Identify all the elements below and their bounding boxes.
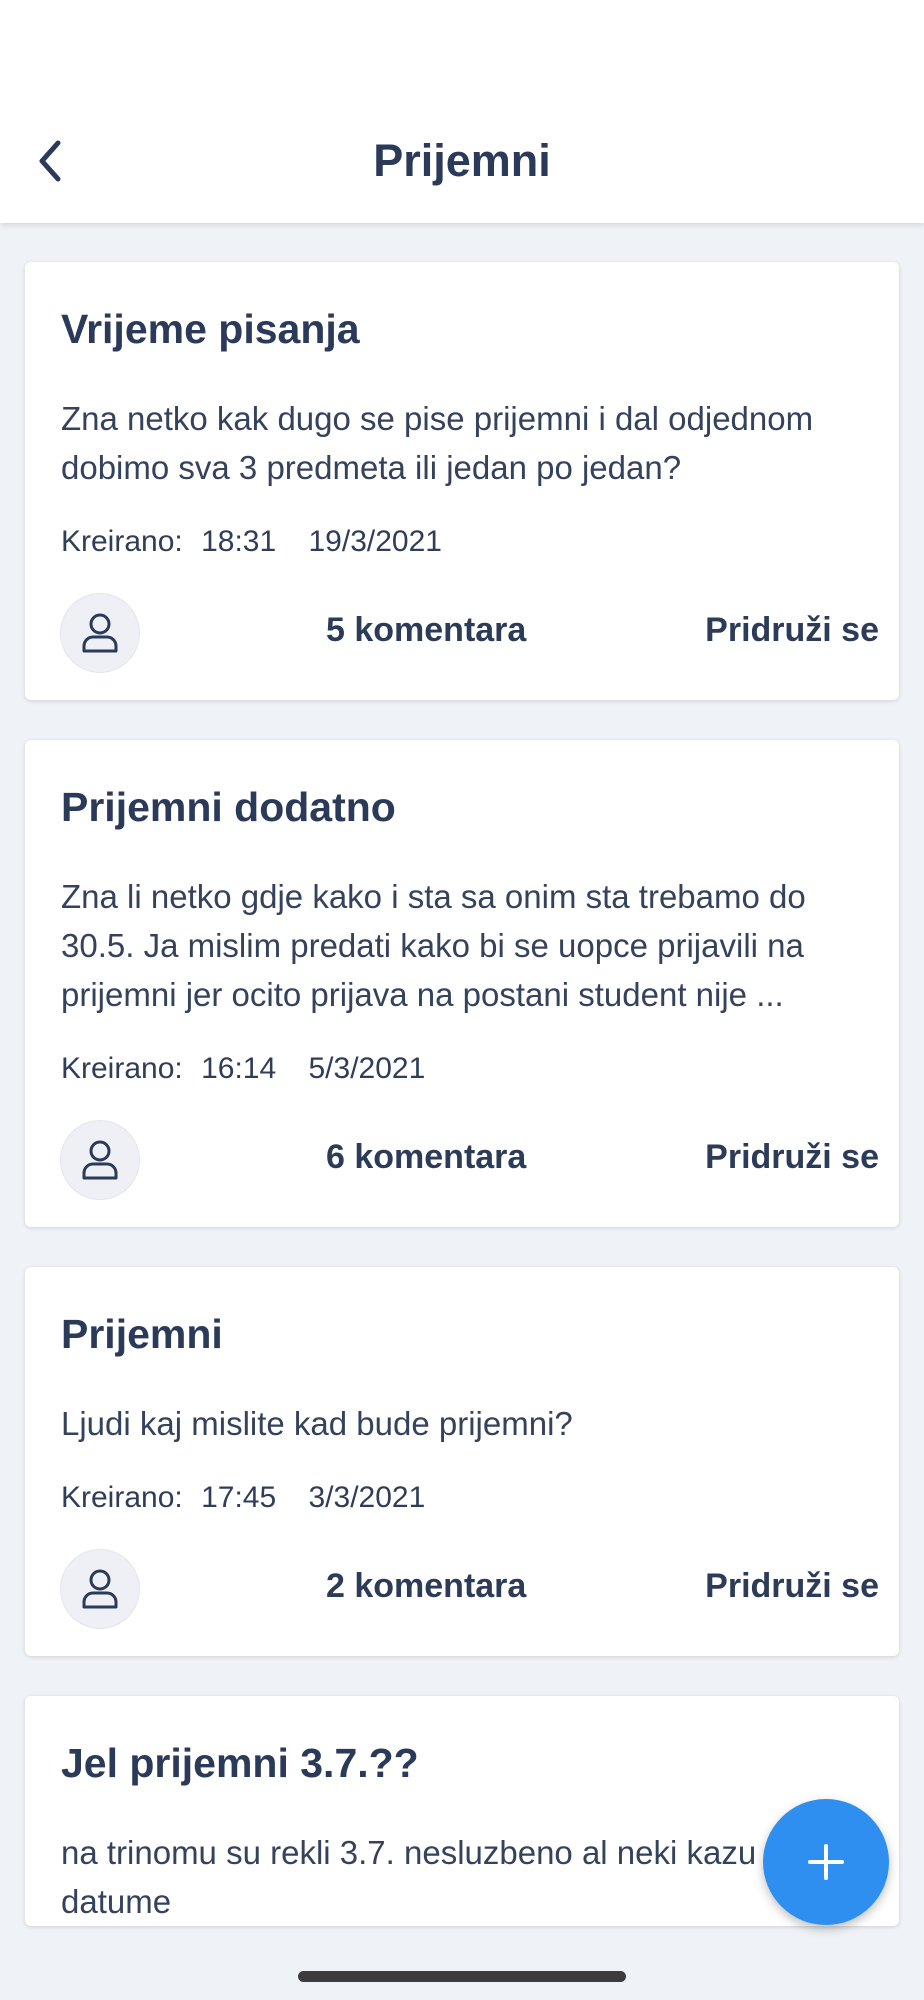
post-created: Kreirano: 18:31 19/3/2021 (61, 522, 879, 562)
page-title: Prijemni (373, 135, 551, 186)
post-card[interactable]: Jel prijemni 3.7.?? na trinomu su rekli … (25, 1696, 899, 1926)
join-button[interactable]: Pridruži se (705, 608, 879, 652)
post-title: Prijemni dodatno (61, 784, 396, 830)
created-time: 18:31 (201, 525, 277, 558)
user-icon (82, 1569, 118, 1609)
add-post-button[interactable] (763, 1799, 889, 1925)
post-footer: 5 komentara Pridruži se (61, 588, 879, 700)
created-label: Kreirano: (61, 525, 183, 558)
post-body: Ljudi kaj mislite kad bude prijemni? (61, 1405, 573, 1442)
post-title: Vrijeme pisanja (61, 306, 360, 352)
avatar (61, 1121, 139, 1199)
post-list: Vrijeme pisanja Zna netko kak dugo se pi… (0, 262, 924, 1966)
created-date: 5/3/2021 (308, 1052, 426, 1085)
post-card[interactable]: Prijemni Ljudi kaj mislite kad bude prij… (25, 1267, 899, 1656)
post-card[interactable]: Prijemni dodatno Zna li netko gdje kako … (25, 740, 899, 1227)
created-date: 19/3/2021 (308, 525, 442, 558)
post-body: Zna li netko gdje kako i sta sa onim sta… (61, 878, 806, 1013)
comments-count[interactable]: 5 komentara (326, 608, 526, 652)
plus-icon (808, 1844, 844, 1880)
join-button[interactable]: Pridruži se (705, 1135, 879, 1179)
join-button[interactable]: Pridruži se (705, 1564, 879, 1608)
comments-count[interactable]: 2 komentara (326, 1564, 526, 1608)
user-icon (82, 1140, 118, 1180)
avatar (61, 1550, 139, 1628)
created-label: Kreirano: (61, 1052, 183, 1085)
post-created: Kreirano: 16:14 5/3/2021 (61, 1049, 879, 1089)
user-icon (82, 613, 118, 653)
post-body: Zna netko kak dugo se pise prijemni i da… (61, 400, 814, 486)
post-created: Kreirano: 17:45 3/3/2021 (61, 1478, 879, 1518)
created-date: 3/3/2021 (308, 1481, 426, 1514)
app-header: Prijemni (0, 0, 924, 223)
post-footer: 2 komentara Pridruži se (61, 1544, 879, 1656)
post-footer: 6 komentara Pridruži se (61, 1115, 879, 1227)
avatar (61, 594, 139, 672)
comments-count[interactable]: 6 komentara (326, 1135, 526, 1179)
post-title: Jel prijemni 3.7.?? (61, 1740, 419, 1786)
home-indicator (298, 1971, 626, 1982)
post-body: na trinomu su rekli 3.7. nesluzbeno al n… (61, 1834, 850, 1920)
created-time: 17:45 (201, 1481, 277, 1514)
post-title: Prijemni (61, 1311, 223, 1357)
created-label: Kreirano: (61, 1481, 183, 1514)
created-time: 16:14 (201, 1052, 277, 1085)
post-card[interactable]: Vrijeme pisanja Zna netko kak dugo se pi… (25, 262, 899, 700)
